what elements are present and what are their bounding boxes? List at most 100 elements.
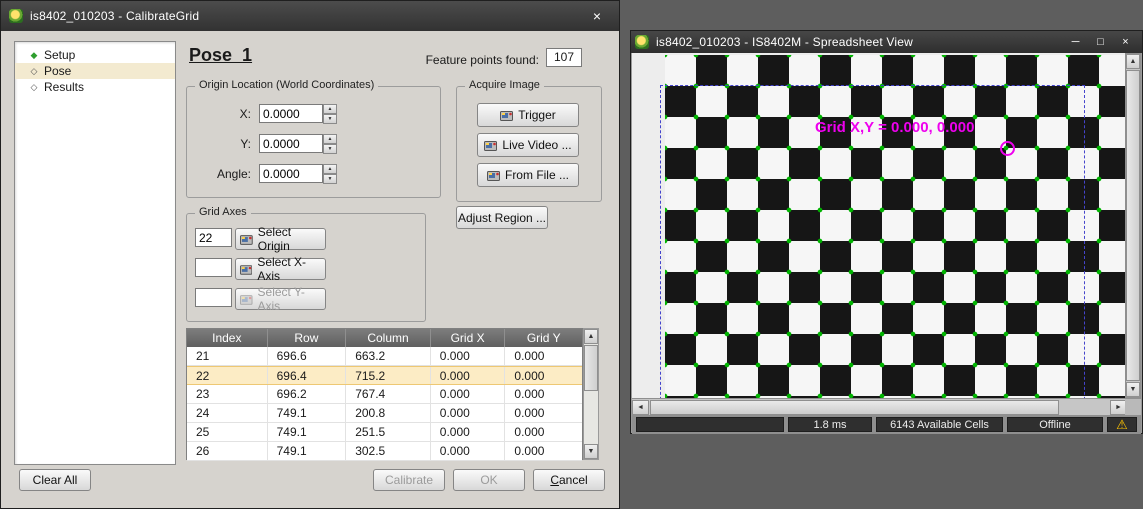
diamond-icon: ◇: [29, 63, 39, 79]
from-file-button[interactable]: From File ...: [477, 163, 579, 187]
table-cell: 696.6: [268, 347, 347, 365]
app-icon: [9, 9, 23, 23]
select-x-axis-button[interactable]: Select X-Axis: [235, 258, 326, 280]
button-label: From File ...: [505, 168, 569, 182]
image-client-area: Grid X,Y = 0.000, 0.000 ▲ ▼: [632, 53, 1141, 398]
table-cell: 0.000: [505, 423, 582, 441]
table-cell: 749.1: [268, 423, 347, 441]
table-row[interactable]: 26749.1302.50.0000.000: [187, 442, 582, 461]
scrollbar-corner: [1125, 399, 1141, 416]
camera-icon: [240, 264, 252, 275]
table-cell: 663.2: [346, 347, 431, 365]
column-header[interactable]: Index: [187, 329, 268, 347]
maximize-icon[interactable]: □: [1088, 34, 1113, 51]
button-label: Trigger: [518, 108, 556, 122]
y-spinner: ▲ ▼: [323, 134, 337, 153]
status-timing: 1.8 ms: [788, 417, 872, 432]
scroll-down-icon[interactable]: ▼: [584, 444, 598, 459]
scroll-up-icon[interactable]: ▲: [584, 329, 598, 344]
spinner-down-icon[interactable]: ▼: [323, 114, 337, 124]
sidebar-item-setup[interactable]: ◆ Setup: [15, 47, 175, 63]
spinner-up-icon[interactable]: ▲: [323, 134, 337, 144]
table-row[interactable]: 24749.1200.80.0000.000: [187, 404, 582, 423]
sidebar-item-pose[interactable]: ◇ Pose: [15, 63, 175, 79]
column-header[interactable]: Column: [346, 329, 431, 347]
status-blank-segment: [636, 417, 784, 432]
origin-index-field[interactable]: [195, 228, 232, 247]
close-icon[interactable]: ×: [1113, 34, 1138, 51]
table-cell: 749.1: [268, 404, 347, 422]
diamond-icon: ◇: [29, 79, 39, 95]
warning-icon[interactable]: ⚠: [1116, 418, 1128, 431]
scrollbar-thumb[interactable]: [584, 345, 598, 391]
calibrate-window-titlebar[interactable]: is8402_010203 - CalibrateGrid ×: [1, 1, 619, 31]
button-label: Select Origin: [258, 225, 325, 253]
status-warning-segment: ⚠: [1107, 417, 1137, 432]
spinner-down-icon[interactable]: ▼: [323, 144, 337, 154]
sidebar-item-label: Pose: [44, 63, 71, 79]
table-row[interactable]: 25749.1251.50.0000.000: [187, 423, 582, 442]
x-spinner: ▲ ▼: [323, 104, 337, 123]
sidebar-item-results[interactable]: ◇ Results: [15, 79, 175, 95]
diamond-icon: ◆: [29, 47, 39, 63]
camera-icon: [484, 140, 497, 151]
scroll-down-icon[interactable]: ▼: [1126, 382, 1140, 397]
x-field[interactable]: [259, 104, 323, 123]
table-cell: 23: [187, 385, 268, 403]
feature-points-table: Index Row Column Grid X Grid Y 21696.666…: [186, 328, 583, 460]
feature-points-value: 107: [546, 48, 582, 67]
spreadsheet-window-titlebar[interactable]: is8402_010203 - IS8402M - Spreadsheet Vi…: [631, 31, 1142, 53]
x-label: X:: [187, 107, 259, 121]
ok-button: OK: [453, 469, 525, 491]
table-row[interactable]: 21696.6663.20.0000.000: [187, 347, 582, 366]
y-field[interactable]: [259, 134, 323, 153]
live-video-button[interactable]: Live Video ...: [477, 133, 579, 157]
button-label: Select X-Axis: [257, 255, 325, 283]
clear-all-button[interactable]: Clear All: [19, 469, 91, 491]
table-row[interactable]: 22696.4715.20.0000.000: [187, 366, 582, 385]
table-row[interactable]: 23696.2767.40.0000.000: [187, 385, 582, 404]
adjust-region-button[interactable]: Adjust Region ...: [456, 206, 548, 229]
table-cell: 715.2: [346, 367, 431, 384]
y-label: Y:: [187, 137, 259, 151]
pose-table-body: 21696.6663.20.0000.00022696.4715.20.0000…: [187, 347, 582, 461]
trigger-button[interactable]: Trigger: [477, 103, 579, 127]
spinner-up-icon[interactable]: ▲: [323, 104, 337, 114]
image-vertical-scrollbar[interactable]: ▲ ▼: [1125, 53, 1141, 398]
select-origin-button[interactable]: Select Origin: [235, 228, 326, 250]
table-cell: 696.4: [268, 367, 347, 384]
table-scrollbar[interactable]: ▲ ▼: [583, 328, 599, 460]
y-axis-index-field[interactable]: [195, 288, 232, 307]
group-title: Origin Location (World Coordinates): [195, 79, 378, 91]
pose-tree-panel: ◆ Setup ◇ Pose ◇ Results: [14, 41, 176, 465]
spreadsheet-view-window: is8402_010203 - IS8402M - Spreadsheet Vi…: [630, 30, 1143, 434]
button-label: Live Video ...: [502, 138, 571, 152]
scrollbar-thumb[interactable]: [1126, 70, 1140, 381]
group-title: Grid Axes: [195, 206, 251, 218]
table-cell: 22: [187, 367, 268, 384]
x-axis-index-field[interactable]: [195, 258, 232, 277]
table-cell: 0.000: [431, 423, 506, 441]
spinner-up-icon[interactable]: ▲: [323, 164, 337, 174]
table-cell: 25: [187, 423, 268, 441]
column-header[interactable]: Row: [268, 329, 347, 347]
calibration-image-canvas[interactable]: Grid X,Y = 0.000, 0.000: [632, 53, 1125, 398]
angle-spinner: ▲ ▼: [323, 164, 337, 183]
angle-field[interactable]: [259, 164, 323, 183]
scroll-left-icon[interactable]: ◄: [632, 400, 649, 415]
camera-icon: [240, 294, 253, 305]
image-horizontal-scrollbar[interactable]: ◄ ►: [632, 398, 1141, 415]
column-header[interactable]: Grid X: [431, 329, 506, 347]
close-icon[interactable]: ×: [583, 6, 611, 26]
cancel-button[interactable]: Cancel: [533, 469, 605, 491]
camera-icon: [500, 110, 513, 121]
table-cell: 0.000: [505, 347, 582, 365]
scroll-up-icon[interactable]: ▲: [1126, 54, 1140, 69]
page-title: Pose 1: [189, 45, 252, 66]
select-y-axis-button: Select Y-Axis: [235, 288, 326, 310]
minimize-icon[interactable]: ─: [1063, 34, 1088, 51]
table-cell: 767.4: [346, 385, 431, 403]
column-header[interactable]: Grid Y: [505, 329, 582, 347]
spinner-down-icon[interactable]: ▼: [323, 174, 337, 184]
scrollbar-thumb[interactable]: [650, 400, 1059, 415]
